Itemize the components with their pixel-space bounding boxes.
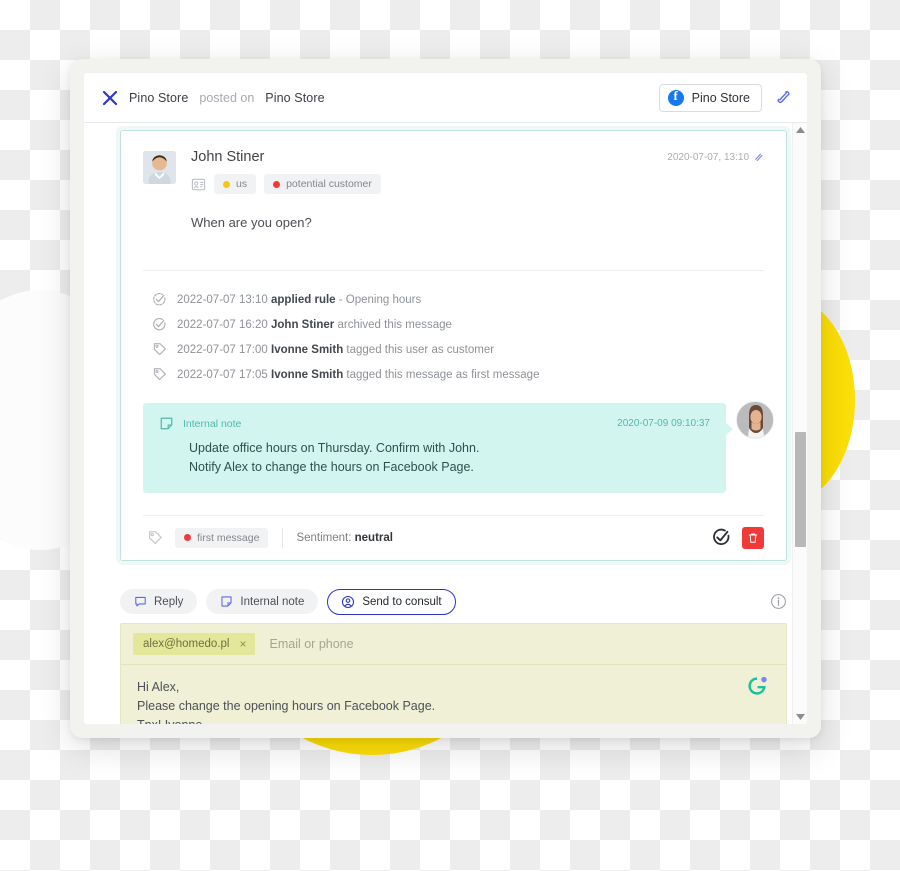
conversation-header: Pino Store posted on Pino Store Pino Sto…: [84, 73, 807, 123]
internal-note-text: Update office hours on Thursday. Confirm…: [159, 439, 710, 477]
activity-text: 2022-07-07 16:20 John Stiner archived th…: [177, 318, 452, 331]
internal-note-header: Internal note 2020-07-09 09:10:37: [159, 416, 710, 431]
compose-tabbar: Reply Internal note Send to consult: [120, 582, 787, 623]
internal-note-timestamp: 2020-07-09 09:10:37: [617, 418, 710, 429]
tag-dot: [223, 180, 230, 188]
tag-label: us: [236, 178, 248, 190]
footer-action-group: [712, 526, 764, 549]
recipients-field[interactable]: alex@homedo.pl × Email or phone: [121, 624, 786, 665]
close-x-icon[interactable]: [102, 90, 118, 106]
internal-note-zone: Internal note 2020-07-09 09:10:37 Update…: [143, 387, 774, 493]
scroll-down-arrow-icon[interactable]: [793, 710, 807, 724]
conversation-body: John Stiner us potential customer 2020-0…: [84, 123, 807, 724]
tab-send-to-consult[interactable]: Send to consult: [327, 588, 456, 615]
tag-label: potential customer: [286, 178, 372, 190]
activity-row: 2022-07-07 17:00 Ivonne Smith tagged thi…: [152, 337, 764, 362]
app-window: Pino Store posted on Pino Store Pino Sto…: [70, 59, 821, 738]
compose-line-3: Tnx! Ivonne: [137, 716, 770, 724]
note-icon: [160, 417, 173, 430]
check-icon: [153, 317, 166, 331]
tag-chip-us[interactable]: us: [214, 174, 257, 194]
tag-icon: [153, 343, 166, 356]
message-body-text: When are you open?: [191, 215, 312, 230]
recipient-chip[interactable]: alex@homedo.pl ×: [133, 632, 255, 655]
facebook-icon: [667, 88, 684, 106]
sentiment-readout: Sentiment: neutral: [296, 531, 393, 544]
header-page-name: Pino Store: [265, 90, 325, 105]
footer-divider: [282, 527, 284, 548]
message-card-footer: first message Sentiment: neutral: [143, 514, 764, 560]
scrollbar-thumb[interactable]: [795, 432, 806, 547]
compose-line-2: Please change the opening hours on Faceb…: [137, 698, 436, 713]
internal-note-bubble: Internal note 2020-07-09 09:10:37 Update…: [143, 403, 733, 493]
tag-chip-first-message[interactable]: first message: [175, 527, 269, 548]
recipient-input-placeholder[interactable]: Email or phone: [270, 637, 354, 651]
conversation-card-wrapper: John Stiner us potential customer 2020-0…: [84, 123, 807, 561]
activity-row: 2022-07-07 13:10 applied rule - Opening …: [152, 287, 764, 312]
remove-recipient-icon[interactable]: ×: [239, 637, 246, 651]
tab-reply[interactable]: Reply: [120, 589, 198, 614]
activity-row: 2022-07-07 16:20 John Stiner archived th…: [152, 312, 764, 337]
activity-log: 2022-07-07 13:10 applied rule - Opening …: [143, 271, 764, 387]
message-sender-block: John Stiner us potential customer: [191, 149, 667, 194]
internal-note-line-2: Notify Alex to change the hours on Faceb…: [189, 459, 474, 474]
internal-note-line-1: Update office hours on Thursday. Confirm…: [189, 441, 480, 455]
compose-area: Reply Internal note Send to consult alex…: [120, 582, 787, 725]
facebook-channel-pill[interactable]: Pino Store: [658, 83, 762, 112]
message-tag-row: us potential customer: [191, 174, 667, 194]
activity-text: 2022-07-07 17:00 Ivonne Smith tagged thi…: [177, 343, 495, 356]
john-stiner-avatar: [143, 151, 176, 184]
header-posted-on-label: posted on: [199, 90, 255, 105]
trash-icon: [748, 532, 758, 543]
chat-bubble-icon: [135, 596, 146, 607]
tab-label: Send to consult: [362, 595, 442, 608]
facebook-channel-label: Pino Store: [691, 90, 750, 105]
activity-text: 2022-07-07 13:10 applied rule - Opening …: [177, 293, 422, 306]
tab-label: Reply: [154, 595, 184, 608]
compose-box: alex@homedo.pl × Email or phone Hi Alex,…: [120, 622, 787, 725]
info-icon[interactable]: [770, 593, 787, 610]
check-badge-icon[interactable]: [712, 528, 731, 547]
message-header: John Stiner us potential customer 2020-0…: [143, 149, 764, 194]
paperclip-icon[interactable]: [753, 152, 764, 163]
tab-internal-note[interactable]: Internal note: [206, 589, 319, 614]
compose-line-1: Hi Alex,: [137, 679, 180, 694]
window-content: Pino Store posted on Pino Store Pino Sto…: [84, 73, 807, 724]
tag-chip-potential-customer[interactable]: potential customer: [264, 174, 381, 194]
tag-dot: [184, 534, 191, 541]
compose-message-input[interactable]: Hi Alex, Please change the opening hours…: [121, 665, 786, 725]
note-icon: [221, 596, 232, 607]
tag-icon[interactable]: [147, 530, 163, 546]
tag-dot: [273, 180, 281, 188]
consult-icon: [342, 595, 355, 608]
compose-message-text: Hi Alex, Please change the opening hours…: [137, 678, 770, 725]
message-timestamp: 2020-07-07, 13:10: [667, 152, 749, 163]
scrollbar-track[interactable]: [793, 137, 807, 710]
header-title-group: Pino Store posted on Pino Store: [102, 90, 659, 106]
message-timestamp-group: 2020-07-07, 13:10: [667, 152, 764, 163]
paperclip-icon[interactable]: [776, 90, 791, 105]
grammarly-icon[interactable]: [746, 675, 768, 697]
recipient-email: alex@homedo.pl: [143, 637, 230, 650]
delete-button[interactable]: [742, 526, 764, 549]
vertical-scrollbar[interactable]: [792, 123, 807, 724]
ivonne-smith-avatar: [736, 401, 774, 439]
header-account-name: Pino Store: [129, 90, 189, 105]
tag-icon: [153, 368, 166, 381]
internal-note-label: Internal note: [183, 417, 242, 430]
activity-text: 2022-07-07 17:05 Ivonne Smith tagged thi…: [177, 368, 540, 381]
scroll-up-arrow-icon[interactable]: [793, 123, 807, 137]
message-sender-name: John Stiner: [191, 149, 265, 165]
id-card-icon[interactable]: [191, 177, 206, 192]
tab-label: Internal note: [240, 595, 305, 608]
activity-row: 2022-07-07 17:05 Ivonne Smith tagged thi…: [152, 362, 764, 387]
message-card: John Stiner us potential customer 2020-0…: [120, 130, 787, 561]
tag-label: first message: [197, 531, 260, 544]
rule-check-icon: [153, 292, 166, 306]
